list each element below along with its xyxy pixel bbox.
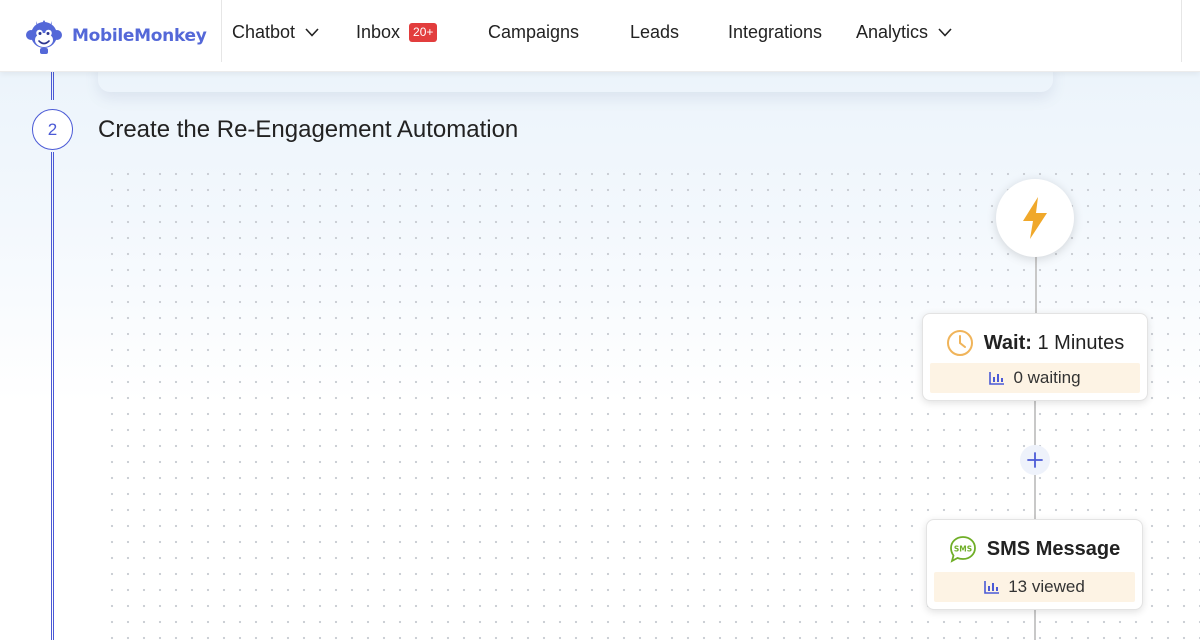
flow-connector: [1034, 400, 1036, 445]
plus-icon: [1027, 452, 1043, 468]
nav-label-leads: Leads: [630, 21, 680, 42]
sms-bubble-icon: SMS: [949, 536, 976, 563]
nav-label-analytics: Analytics: [856, 21, 929, 42]
sms-node-title: SMS Message: [986, 537, 1121, 560]
nav-item-campaigns[interactable]: Campaigns: [488, 20, 579, 44]
svg-text:SMS: SMS: [954, 545, 972, 554]
wait-node-title: Wait: 1 Minutes: [984, 332, 1124, 355]
wait-node[interactable]: Wait: 1 Minutes 0 waiting: [922, 313, 1148, 401]
flow-connector: [1035, 257, 1037, 314]
nav-divider: [1181, 0, 1182, 62]
step-number-badge: 2: [32, 109, 73, 150]
brand-logo[interactable]: MobileMonkey: [24, 14, 207, 58]
nav-divider: [221, 0, 222, 62]
bar-chart-icon: [984, 581, 1000, 594]
automation-builder-panel: 2 Create the Re-Engagement Automation Wa…: [0, 72, 1200, 640]
sms-node-header: SMS SMS Message: [927, 532, 1142, 566]
nav-label-chatbot: Chatbot: [232, 21, 296, 42]
previous-step-card-edge: [98, 72, 1053, 92]
add-step-button[interactable]: [1020, 445, 1050, 475]
sms-message-node[interactable]: SMS SMS Message 13 viewed: [926, 519, 1143, 610]
flow-connector: [1034, 610, 1036, 640]
chevron-down-icon: [305, 27, 319, 37]
clock-icon: [946, 330, 973, 356]
nav-item-inbox[interactable]: Inbox 20+: [356, 20, 438, 44]
nav-item-analytics[interactable]: Analytics: [856, 20, 952, 44]
wait-label: Wait:: [983, 331, 1032, 354]
nav-item-integrations[interactable]: Integrations: [728, 20, 822, 44]
nav-label-integrations: Integrations: [728, 21, 823, 42]
lightning-bolt-icon: [1023, 197, 1047, 239]
trigger-node[interactable]: [996, 179, 1074, 257]
wait-stat-text: 0 waiting: [1013, 368, 1081, 387]
timeline-line: [51, 72, 54, 100]
sms-stat-text: 13 viewed: [1008, 577, 1085, 596]
nav-label-inbox: Inbox: [356, 21, 401, 42]
wait-node-header: Wait: 1 Minutes: [923, 326, 1147, 360]
timeline-line: [51, 152, 54, 640]
section-title: Create the Re-Engagement Automation: [98, 116, 519, 143]
sms-node-stats: 13 viewed: [934, 572, 1135, 602]
nav-item-leads[interactable]: Leads: [630, 20, 679, 44]
flow-connector: [1034, 475, 1036, 520]
wait-duration: 1 Minutes: [1037, 331, 1125, 354]
nav-item-chatbot[interactable]: Chatbot: [232, 20, 319, 44]
nav-label-campaigns: Campaigns: [488, 21, 580, 42]
chevron-down-icon: [938, 27, 952, 37]
top-navigation-bar: MobileMonkey Chatbot Inbox 20+ Campaigns…: [0, 0, 1200, 72]
monkey-logo-icon: [26, 20, 62, 54]
wait-node-stats: 0 waiting: [930, 363, 1140, 393]
brand-name: MobileMonkey: [72, 26, 207, 46]
bar-chart-icon: [989, 372, 1005, 385]
inbox-count-badge: 20+: [409, 22, 438, 42]
